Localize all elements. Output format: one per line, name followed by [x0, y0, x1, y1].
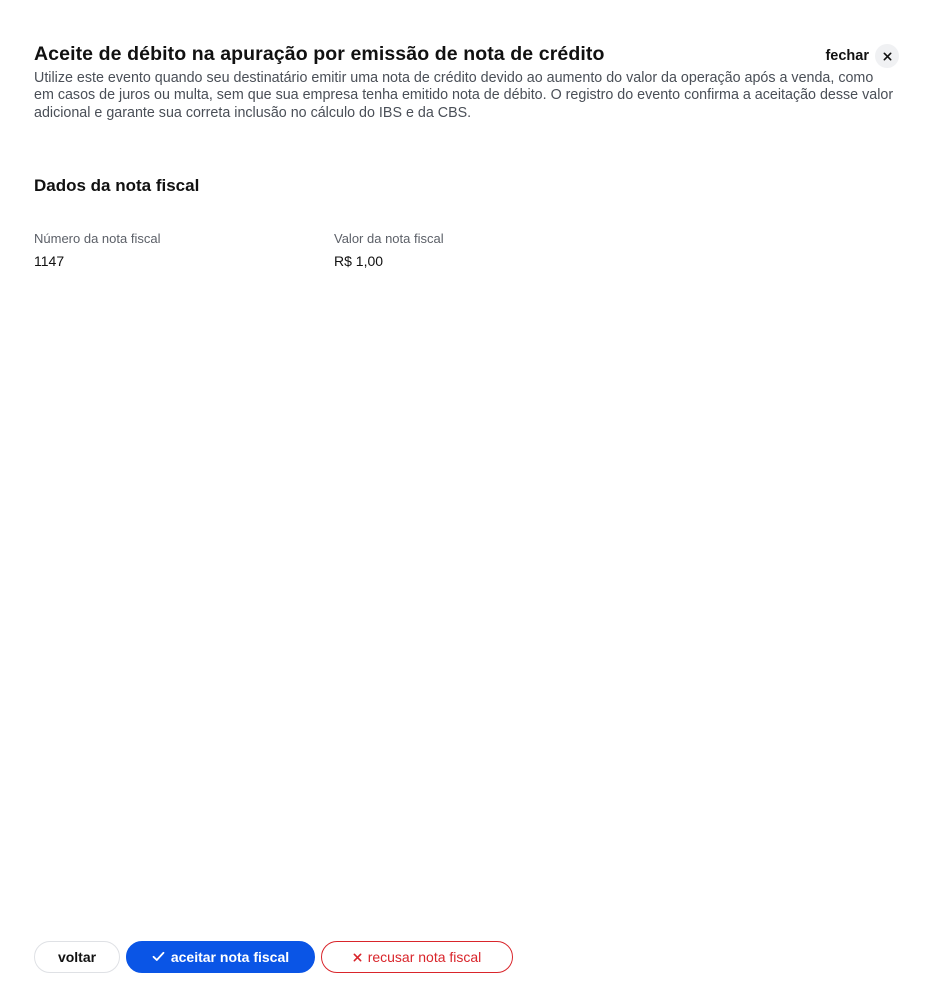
invoice-value-field: Valor da nota fiscal R$ 1,00: [334, 231, 634, 270]
event-panel: Aceite de débito na apuração por emissão…: [0, 0, 933, 993]
accept-invoice-button[interactable]: aceitar nota fiscal: [126, 941, 315, 973]
close-button[interactable]: fechar: [825, 44, 899, 68]
field-value: 1147: [34, 252, 65, 269]
section-title: Dados da nota fiscal: [34, 175, 200, 195]
event-description: Utilize este evento quando seu destinatá…: [34, 70, 894, 121]
field-label: Valor da nota fiscal: [334, 230, 444, 246]
invoice-number-field: Número da nota fiscal 1147: [34, 231, 334, 270]
back-label: voltar: [57, 949, 97, 965]
refuse-invoice-button[interactable]: recusar nota fiscal: [321, 941, 513, 973]
field-label: Número da nota fiscal: [34, 230, 161, 246]
accept-label: aceitar nota fiscal: [170, 949, 290, 965]
field-value: R$ 1,00: [334, 252, 384, 269]
panel-header: Aceite de débito na apuração por emissão…: [34, 0, 899, 122]
action-bar: voltar aceitar nota fiscal recusar nota …: [34, 941, 513, 973]
refuse-label: recusar nota fiscal: [367, 949, 482, 965]
page-title: Aceite de débito na apuração por emissão…: [34, 43, 605, 65]
close-label: fechar: [825, 48, 869, 64]
check-icon: [152, 949, 165, 965]
invoice-fields: Número da nota fiscal 1147 Valor da nota…: [34, 231, 899, 270]
close-icon[interactable]: [875, 44, 899, 68]
back-button[interactable]: voltar: [34, 941, 120, 973]
x-icon: [353, 949, 362, 965]
